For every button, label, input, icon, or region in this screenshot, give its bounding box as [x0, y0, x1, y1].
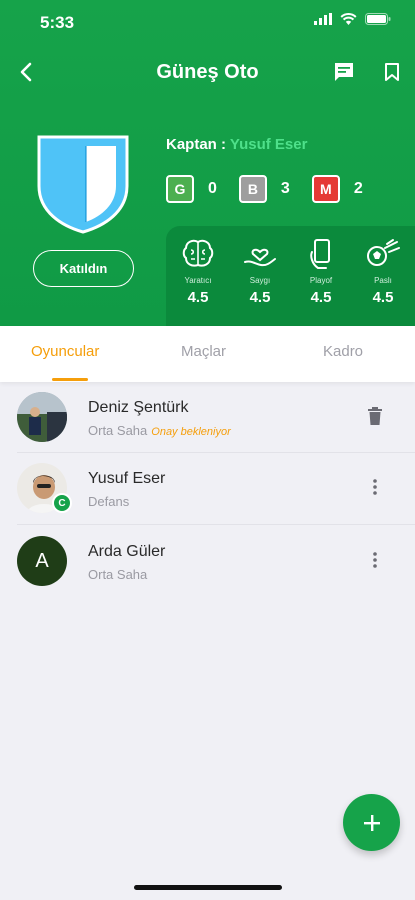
- nav-bar: Güneş Oto: [0, 50, 415, 94]
- player-position: Defans: [88, 494, 130, 509]
- stat-value: 4.5: [372, 289, 394, 306]
- red-card-count: 2: [353, 180, 363, 197]
- avatar: [17, 392, 67, 442]
- stat-playoff: Playof 4.5: [292, 236, 350, 306]
- list-item[interactable]: Deniz Şentürk Orta Saha Onay bekleniyor: [0, 382, 415, 452]
- player-name: Arda Güler: [88, 543, 166, 560]
- stat-value: 4.5: [187, 289, 209, 306]
- active-tab-indicator: [52, 378, 88, 381]
- ball-icon: [367, 239, 400, 266]
- stat-passing: Paslı 4.5: [354, 236, 412, 306]
- team-header: 5:33 Güneş Oto Katıldın Kaptan: Yusuf E…: [0, 0, 415, 326]
- rating-stats-panel: Yaratıcı 4.5 Saygı 4.5 Playof 4.5 Paslı …: [166, 226, 415, 326]
- player-position: Orta Saha: [88, 567, 148, 582]
- green-card-count: 0: [208, 180, 217, 197]
- chat-icon: [335, 63, 353, 81]
- bookmark-icon: [385, 63, 399, 81]
- stat-label: Paslı: [374, 276, 392, 285]
- captain-badge: C: [52, 493, 72, 513]
- delete-button[interactable]: [363, 404, 387, 428]
- bookmark-button[interactable]: [378, 58, 406, 86]
- heart-hand-icon: [244, 248, 276, 267]
- player-position: Orta Saha: [88, 423, 148, 438]
- gray-card-count: 3: [280, 180, 290, 197]
- captain-label: Kaptan :: [166, 136, 226, 153]
- more-vertical-icon: [373, 552, 377, 568]
- status-bar: 5:33: [0, 0, 415, 44]
- chat-button[interactable]: [330, 58, 358, 86]
- stat-respect: Saygı 4.5: [231, 236, 289, 306]
- more-options-button[interactable]: [363, 548, 387, 572]
- green-card-badge: G: [166, 175, 194, 203]
- stat-value: 4.5: [249, 289, 271, 306]
- wifi-icon: [340, 13, 357, 25]
- tab-matches[interactable]: Maçlar: [181, 343, 226, 360]
- avatar-initial: A: [35, 549, 49, 572]
- stat-label: Saygı: [249, 276, 271, 285]
- card-stats: G 0 B 3 M 2: [166, 175, 385, 203]
- trash-icon: [368, 407, 382, 425]
- red-card-badge: M: [311, 175, 340, 203]
- status-icons: [314, 13, 391, 25]
- stat-label: Yaratıcı: [184, 276, 212, 285]
- stat-label: Playof: [309, 276, 333, 285]
- stat-value: 4.5: [310, 289, 332, 306]
- player-name: Deniz Şentürk: [88, 399, 189, 416]
- plus-icon: [363, 814, 380, 831]
- add-player-button[interactable]: [343, 794, 400, 851]
- home-indicator: [134, 885, 282, 890]
- player-name: Yusuf Eser: [88, 470, 166, 487]
- more-options-button[interactable]: [363, 475, 387, 499]
- phone-hand-icon: [310, 239, 330, 269]
- pending-approval-label: Onay bekleniyor: [151, 426, 231, 438]
- brain-icon: [182, 239, 214, 267]
- status-time: 5:33: [40, 13, 75, 32]
- more-vertical-icon: [373, 479, 377, 495]
- signal-icon: [314, 13, 332, 25]
- divider: [17, 524, 415, 525]
- player-position-line: Orta Saha Onay bekleniyor: [88, 423, 231, 438]
- battery-icon: [365, 13, 391, 25]
- captain-line: Kaptan : Yusuf Eser: [166, 136, 307, 153]
- tab-bar: Oyuncular Maçlar Kadro: [0, 326, 415, 382]
- tab-roster[interactable]: Kadro: [323, 343, 363, 360]
- list-item[interactable]: A Arda Güler Orta Saha: [0, 526, 415, 596]
- joined-button[interactable]: Katıldın: [33, 250, 134, 287]
- tab-players[interactable]: Oyuncular: [31, 343, 99, 360]
- stat-creative: Yaratıcı 4.5: [169, 236, 227, 306]
- team-shield-icon: [37, 135, 129, 234]
- captain-name[interactable]: Yusuf Eser: [230, 136, 308, 153]
- gray-card-badge: B: [238, 175, 267, 203]
- avatar: A: [17, 536, 67, 586]
